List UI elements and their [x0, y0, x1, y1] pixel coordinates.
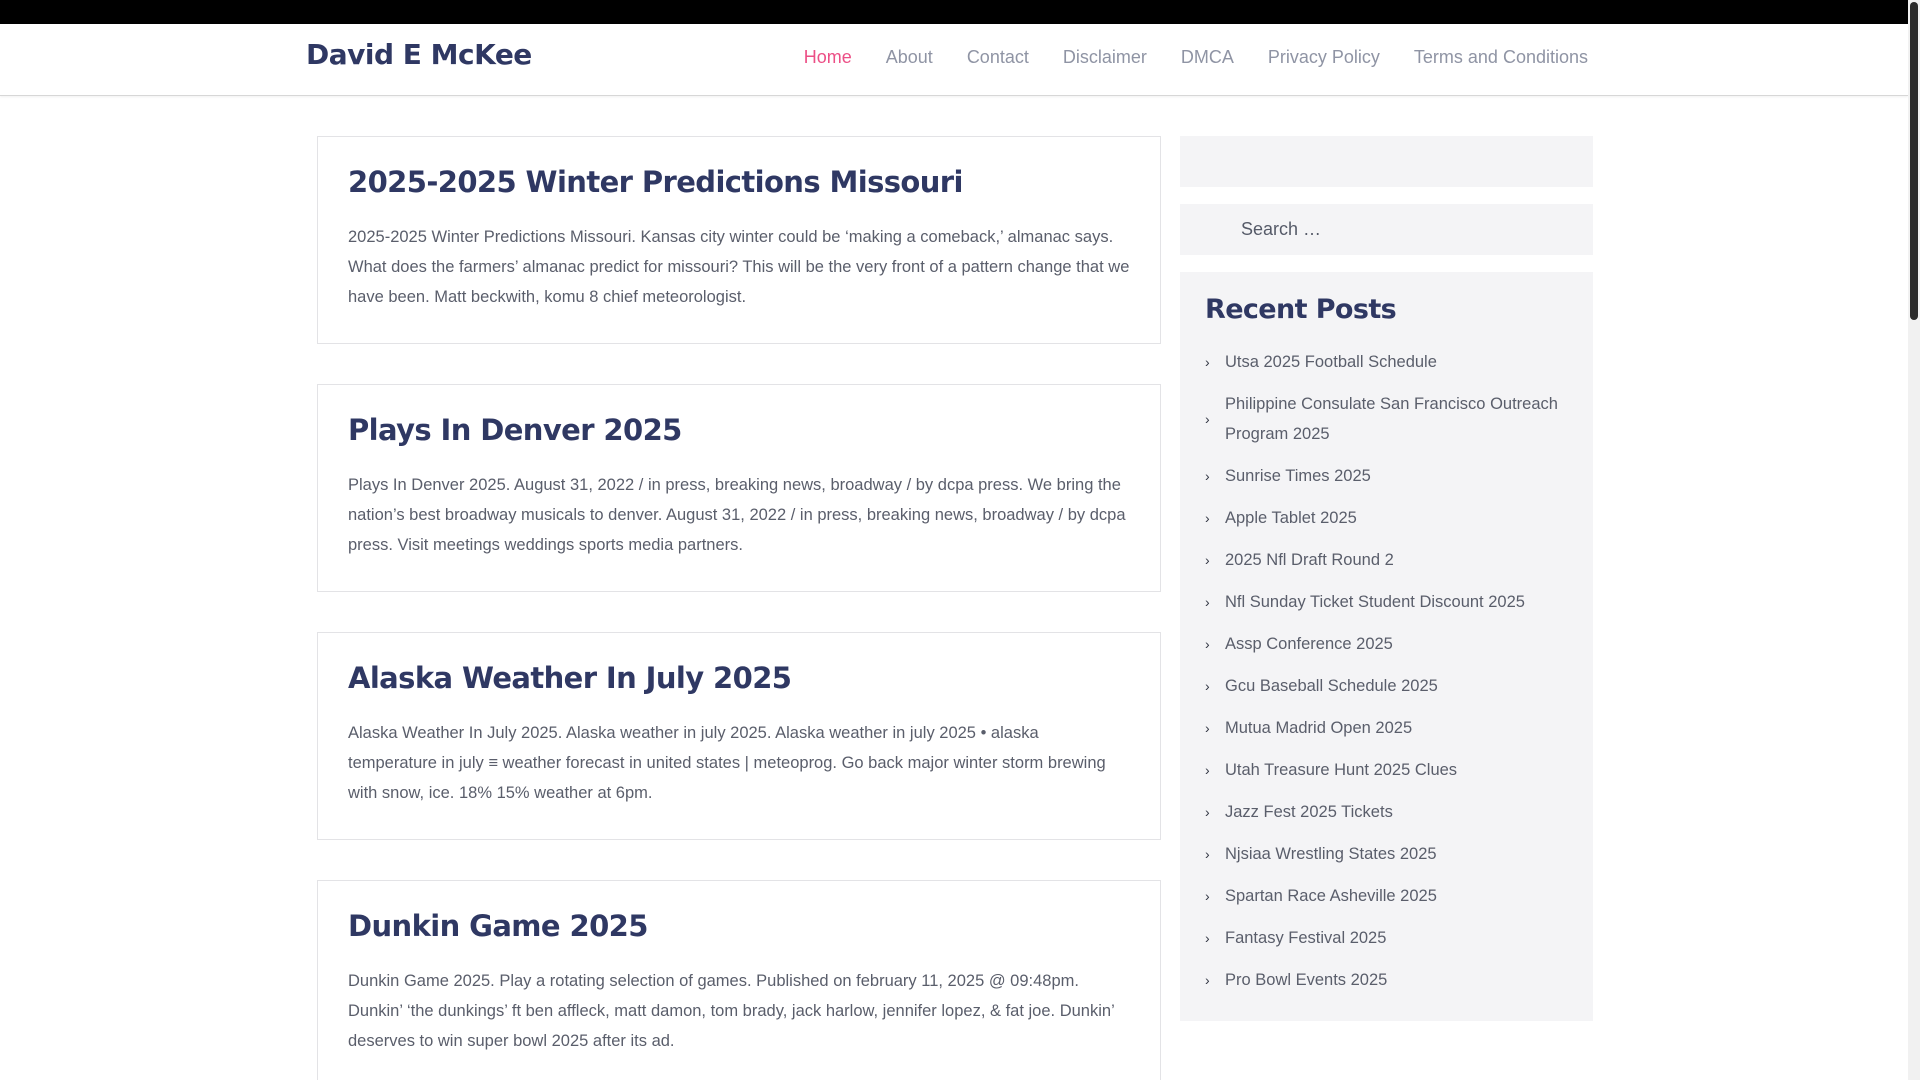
chevron-right-icon: ›	[1205, 888, 1210, 904]
search-widget	[1180, 204, 1593, 255]
list-item: › Jazz Fest 2025 Tickets	[1205, 791, 1568, 833]
recent-post-link[interactable]: Sunrise Times 2025	[1225, 461, 1371, 491]
post-title[interactable]: Plays In Denver 2025	[348, 413, 1130, 448]
chevron-right-icon: ›	[1205, 468, 1210, 484]
nav-about[interactable]: About	[886, 47, 933, 68]
search-input[interactable]	[1180, 204, 1593, 255]
list-item: › Nfl Sunday Ticket Student Discount 2025	[1205, 581, 1568, 623]
nav-disclaimer[interactable]: Disclaimer	[1063, 47, 1147, 68]
list-item: › Gcu Baseball Schedule 2025	[1205, 665, 1568, 707]
list-item: › Philippine Consulate San Francisco Outr…	[1205, 383, 1568, 455]
list-item: › Mutua Madrid Open 2025	[1205, 707, 1568, 749]
post-excerpt: Plays In Denver 2025. August 31, 2022 / …	[348, 475, 1126, 554]
post-title[interactable]: Dunkin Game 2025	[348, 909, 1130, 944]
post-excerpt: Alaska Weather In July 2025. Alaska weat…	[348, 723, 1106, 802]
recent-post-link[interactable]: Spartan Race Asheville 2025	[1225, 881, 1437, 911]
empty-widget	[1180, 136, 1593, 187]
main-nav: Home About Contact Disclaimer DMCA Priva…	[804, 47, 1588, 68]
chevron-right-icon: ›	[1205, 354, 1210, 370]
post-title[interactable]: 2025-2025 Winter Predictions Missouri	[348, 165, 1130, 200]
post-card: Plays In Denver 2025 Plays In Denver 202…	[317, 384, 1161, 592]
nav-contact[interactable]: Contact	[967, 47, 1029, 68]
list-item: › Assp Conference 2025	[1205, 623, 1568, 665]
post-excerpt: 2025-2025 Winter Predictions Missouri. K…	[348, 227, 1130, 306]
recent-post-link[interactable]: Apple Tablet 2025	[1225, 503, 1357, 533]
post-card: Alaska Weather In July 2025 Alaska Weath…	[317, 632, 1161, 840]
site-header: David E McKee Home About Contact Disclai…	[0, 24, 1908, 96]
nav-dmca[interactable]: DMCA	[1181, 47, 1234, 68]
nav-home[interactable]: Home	[804, 47, 852, 68]
post-excerpt: Dunkin Game 2025. Play a rotating select…	[348, 971, 1115, 1050]
list-item: › Fantasy Festival 2025	[1205, 917, 1568, 959]
recent-post-link[interactable]: Fantasy Festival 2025	[1225, 923, 1386, 953]
nav-privacy-policy[interactable]: Privacy Policy	[1268, 47, 1380, 68]
sidebar: Recent Posts › Utsa 2025 Football Schedul…	[1180, 136, 1593, 1021]
chevron-right-icon: ›	[1205, 678, 1210, 694]
list-item: › Njsiaa Wrestling States 2025	[1205, 833, 1568, 875]
recent-post-link[interactable]: Nfl Sunday Ticket Student Discount 2025	[1225, 587, 1525, 617]
chevron-right-icon: ›	[1205, 594, 1210, 610]
chevron-right-icon: ›	[1205, 762, 1210, 778]
chevron-right-icon: ›	[1205, 411, 1210, 427]
recent-post-link[interactable]: Assp Conference 2025	[1225, 629, 1393, 659]
list-item: › Sunrise Times 2025	[1205, 455, 1568, 497]
nav-terms-and-conditions[interactable]: Terms and Conditions	[1414, 47, 1588, 68]
recent-post-link[interactable]: Philippine Consulate San Francisco Outre…	[1225, 389, 1568, 449]
recent-posts-list: › Utsa 2025 Football Schedule › Philippine…	[1205, 341, 1568, 1001]
list-item: › 2025 Nfl Draft Round 2	[1205, 539, 1568, 581]
recent-post-link[interactable]: 2025 Nfl Draft Round 2	[1225, 545, 1394, 575]
chevron-right-icon: ›	[1205, 636, 1210, 652]
chevron-right-icon: ›	[1205, 972, 1210, 988]
top-black-bar	[0, 0, 1920, 24]
chevron-right-icon: ›	[1205, 552, 1210, 568]
chevron-right-icon: ›	[1205, 510, 1210, 526]
recent-post-link[interactable]: Utah Treasure Hunt 2025 Clues	[1225, 755, 1457, 785]
post-card: Dunkin Game 2025 Dunkin Game 2025. Play …	[317, 880, 1161, 1080]
chevron-right-icon: ›	[1205, 930, 1210, 946]
chevron-right-icon: ›	[1205, 846, 1210, 862]
recent-post-link[interactable]: Utsa 2025 Football Schedule	[1225, 347, 1437, 377]
list-item: › Utah Treasure Hunt 2025 Clues	[1205, 749, 1568, 791]
list-item: › Utsa 2025 Football Schedule	[1205, 341, 1568, 383]
list-item: › Spartan Race Asheville 2025	[1205, 875, 1568, 917]
site-title[interactable]: David E McKee	[306, 38, 532, 71]
list-item: › Pro Bowl Events 2025	[1205, 959, 1568, 1001]
chevron-right-icon: ›	[1205, 804, 1210, 820]
post-title[interactable]: Alaska Weather In July 2025	[348, 661, 1130, 696]
recent-post-link[interactable]: Pro Bowl Events 2025	[1225, 965, 1387, 995]
scrollbar-thumb[interactable]	[1910, 2, 1918, 320]
recent-posts-title: Recent Posts	[1205, 294, 1397, 325]
page-scrollbar[interactable]	[1908, 0, 1920, 1080]
recent-post-link[interactable]: Njsiaa Wrestling States 2025	[1225, 839, 1437, 869]
chevron-right-icon: ›	[1205, 720, 1210, 736]
recent-posts-widget: Recent Posts › Utsa 2025 Football Schedul…	[1180, 272, 1593, 1021]
post-card: 2025-2025 Winter Predictions Missouri 20…	[317, 136, 1161, 344]
recent-post-link[interactable]: Jazz Fest 2025 Tickets	[1225, 797, 1393, 827]
post-list: 2025-2025 Winter Predictions Missouri 20…	[317, 136, 1161, 1080]
recent-post-link[interactable]: Gcu Baseball Schedule 2025	[1225, 671, 1438, 701]
recent-post-link[interactable]: Mutua Madrid Open 2025	[1225, 713, 1412, 743]
list-item: › Apple Tablet 2025	[1205, 497, 1568, 539]
